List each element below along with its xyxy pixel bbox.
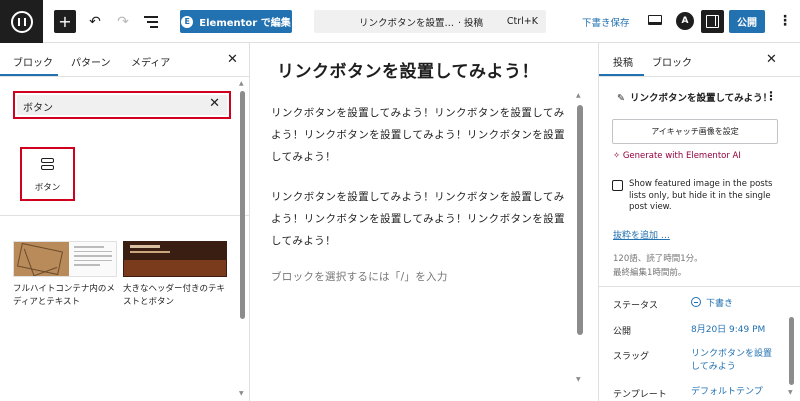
- slug-label: スラッグ: [613, 352, 650, 362]
- button-block-icon: [41, 158, 54, 170]
- block-placeholder[interactable]: ブロックを選択するには「/」を入力: [271, 269, 448, 284]
- divider: [0, 215, 249, 216]
- block-inserter-toggle-button[interactable]: +: [54, 10, 76, 33]
- pattern-item[interactable]: 大きなヘッダー付きのテキストとボタン: [123, 241, 227, 309]
- post-actions-more-icon[interactable]: ⋮: [765, 89, 777, 103]
- word-count: 120語、読了時間1分。: [613, 254, 703, 264]
- tab-blocks[interactable]: ブロック: [13, 54, 53, 69]
- editor-toolbar: + ↶ ↷ E Elementor で編集 リンクボタンを設置し... · 投稿…: [0, 0, 800, 43]
- inserter-scrollbar[interactable]: [240, 91, 245, 319]
- editor-canvas: リンクボタンを設置してみよう！ リンクボタンを設置してみよう！リンクボタンを設置…: [251, 43, 598, 401]
- clear-search-icon[interactable]: ✕: [209, 96, 220, 111]
- status-value: 下書き: [706, 299, 734, 309]
- block-search-input[interactable]: ボタン ✕: [13, 91, 231, 119]
- settings-sidebar: 投稿 ブロック ✕ ✎ リンクボタンを設置してみよう！ ⋮ アイキャッチ画像を設定…: [598, 43, 800, 401]
- search-value: ボタン: [23, 103, 53, 114]
- scroll-up-arrow[interactable]: ▲: [576, 92, 581, 99]
- slug-value-button[interactable]: リンクボタンを設置してみよう: [691, 348, 775, 374]
- publish-date-button[interactable]: 8月20日 9:49 PM: [691, 324, 765, 337]
- generate-with-ai-link[interactable]: ✧ Generate with Elementor AI: [613, 151, 741, 161]
- list-view-icon[interactable]: [142, 10, 160, 33]
- scroll-down-arrow[interactable]: ▼: [239, 390, 244, 397]
- preview-icon[interactable]: [648, 15, 662, 25]
- options-more-icon[interactable]: ⋮: [778, 12, 792, 30]
- post-summary-title: ✎ リンクボタンを設置してみよう！: [617, 90, 772, 104]
- sidebar-scrollbar[interactable]: [789, 317, 794, 385]
- save-draft-button[interactable]: 下書き保存: [582, 15, 630, 29]
- document-type: · 投稿: [458, 17, 484, 29]
- tab-patterns[interactable]: パターン: [71, 54, 111, 69]
- tab-block[interactable]: ブロック: [652, 54, 692, 69]
- scroll-up-arrow[interactable]: ▲: [239, 80, 244, 87]
- featured-image-list-only-checkbox[interactable]: [612, 180, 623, 191]
- elementor-icon: E: [181, 15, 194, 28]
- settings-sidebar-icon[interactable]: [701, 10, 724, 33]
- pattern-thumbnail: [123, 241, 227, 277]
- edit-with-elementor-label: Elementor で編集: [199, 18, 291, 29]
- document-bar[interactable]: リンクボタンを設置し... · 投稿 Ctrl+K: [314, 10, 546, 33]
- close-icon[interactable]: ✕: [227, 52, 238, 67]
- block-item-label: ボタン: [34, 183, 61, 193]
- status-value-button[interactable]: 下書き: [691, 297, 733, 311]
- divider: [599, 286, 800, 287]
- tab-media[interactable]: メディア: [131, 54, 170, 69]
- tab-post[interactable]: 投稿: [613, 54, 633, 69]
- pattern-item[interactable]: フルハイトコンテナ内のメディアとテキスト: [13, 241, 117, 309]
- publish-button[interactable]: 公開: [729, 10, 765, 33]
- inserter-tabs: ブロック パターン メディア ✕: [0, 43, 249, 77]
- document-title: リンクボタンを設置し...: [359, 17, 455, 29]
- paragraph-block[interactable]: リンクボタンを設置してみよう！リンクボタンを設置してみよう！リンクボタンを設置し…: [271, 102, 571, 168]
- pattern-label: フルハイトコンテナ内のメディアとテキスト: [13, 284, 115, 307]
- astra-icon[interactable]: A: [676, 12, 694, 30]
- close-icon[interactable]: ✕: [766, 52, 777, 67]
- last-edited: 最終編集1時間前。: [613, 268, 687, 278]
- post-icon: ✎: [617, 93, 625, 104]
- block-inserter-panel: ブロック パターン メディア ✕ ボタン ✕ ボタン フルハイトコンテナ内のメデ…: [0, 43, 250, 401]
- pattern-thumbnail: [13, 241, 117, 277]
- draft-status-icon: [691, 297, 701, 307]
- scroll-down-arrow[interactable]: ▼: [576, 376, 581, 383]
- sidebar-tabs: 投稿 ブロック ✕: [599, 43, 800, 77]
- checkbox-label: Show featured image in the posts lists o…: [629, 179, 773, 212]
- scroll-down-arrow[interactable]: ▼: [788, 389, 793, 396]
- set-featured-image-button[interactable]: アイキャッチ画像を設定: [612, 119, 778, 144]
- active-tab-indicator: [599, 74, 644, 76]
- pattern-label: 大きなヘッダー付きのテキストとボタン: [123, 284, 226, 307]
- active-tab-indicator: [0, 74, 58, 76]
- paragraph-block[interactable]: リンクボタンを設置してみよう！リンクボタンを設置してみよう！リンクボタンを設置し…: [271, 186, 571, 252]
- wordpress-logo-icon[interactable]: [0, 0, 43, 43]
- post-meta-info: 120語、読了時間1分。 最終編集1時間前。: [613, 252, 703, 280]
- template-label: テンプレート: [613, 390, 667, 400]
- command-shortcut: Ctrl+K: [506, 16, 538, 27]
- editor-scrollbar[interactable]: [577, 105, 583, 335]
- add-excerpt-link[interactable]: 抜粋を追加 …: [613, 228, 670, 241]
- post-summary-text: リンクボタンを設置してみよう！: [629, 93, 773, 104]
- post-title[interactable]: リンクボタンを設置してみよう！: [277, 57, 539, 82]
- publish-label: 公開: [613, 327, 632, 337]
- block-item-button[interactable]: ボタン: [20, 147, 75, 201]
- undo-icon[interactable]: ↶: [86, 10, 104, 33]
- edit-with-elementor-button[interactable]: E Elementor で編集: [180, 10, 292, 33]
- redo-icon[interactable]: ↷: [114, 10, 132, 33]
- status-label: ステータス: [613, 301, 659, 311]
- template-value-button[interactable]: デフォルトテンプ: [691, 386, 763, 399]
